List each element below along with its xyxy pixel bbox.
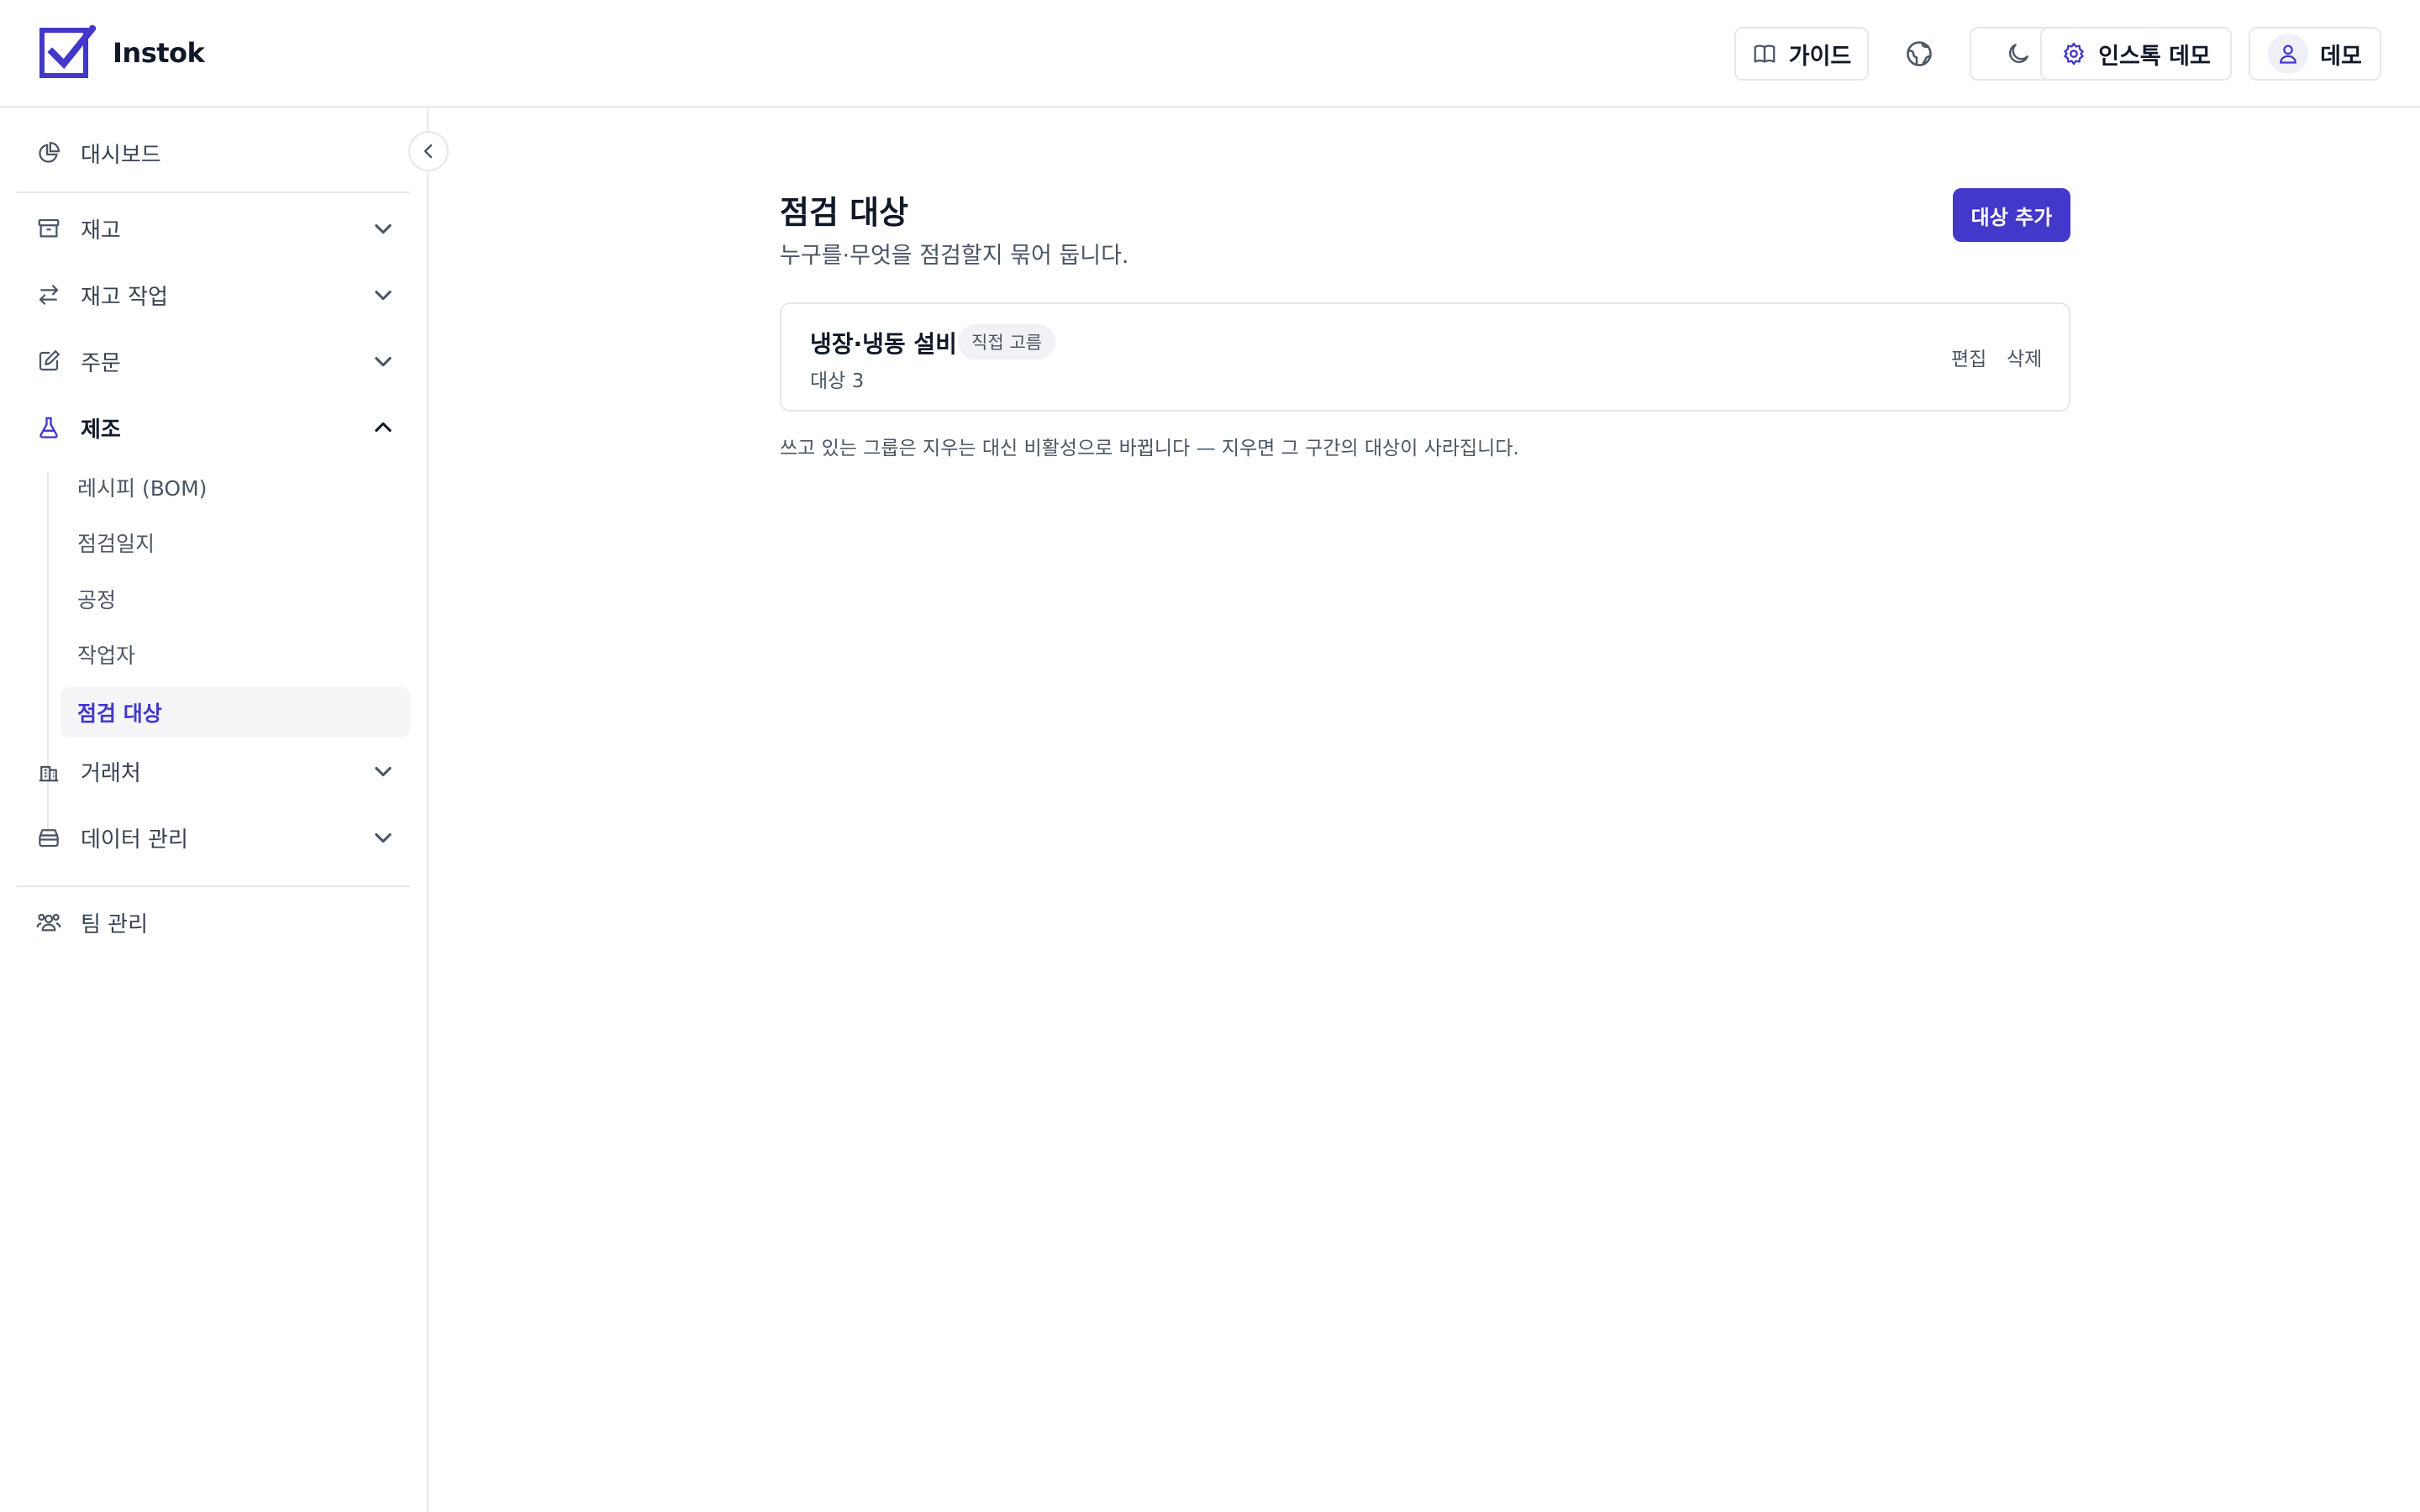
avatar xyxy=(2268,34,2309,74)
sidebar-item-partners[interactable]: 거래처 xyxy=(17,744,410,798)
sidebar-collapse-button[interactable] xyxy=(408,131,449,171)
sidebar-item-manufacturing[interactable]: 제조 xyxy=(17,401,410,454)
sidebar-item-label: 재고 작업 xyxy=(81,284,168,310)
database-box-icon xyxy=(39,829,59,848)
chevron-down-icon xyxy=(375,290,392,301)
workspace-settings-button[interactable]: 인스톡 데모 xyxy=(2040,27,2232,81)
delete-group-button[interactable]: 삭제 xyxy=(2007,343,2042,371)
edit-document-icon xyxy=(39,350,60,371)
delete-note: 쓰고 있는 그룹은 지우는 대신 비활성으로 바뀝니다 — 지우면 그 구간의 … xyxy=(780,438,1519,459)
user-label: 데모 xyxy=(2320,43,2362,70)
sidebar-item-label: 대시보드 xyxy=(81,142,161,168)
sidebar-item-team[interactable]: 팀 관리 xyxy=(17,895,410,949)
sidebar-item-inventory-ops[interactable]: 재고 작업 xyxy=(17,268,410,322)
guide-label: 가이드 xyxy=(1788,43,1852,70)
gear-icon xyxy=(2064,42,2085,66)
logo[interactable]: Instok xyxy=(39,25,205,81)
group-target-count: 대상 3 xyxy=(810,370,865,392)
chevron-down-icon xyxy=(375,832,392,843)
page-subtitle: 누구를·무엇을 점검할지 묶어 둡니다. xyxy=(780,243,1129,269)
logo-check-icon xyxy=(39,25,96,78)
add-target-button[interactable]: 대상 추가 xyxy=(1953,188,2070,242)
chevron-down-icon xyxy=(375,356,392,367)
sidebar-item-label: 제조 xyxy=(81,417,121,443)
group-type-badge: 직접 고름 xyxy=(958,324,1055,360)
sidebar-item-inspection-targets[interactable]: 점검 대상 xyxy=(60,687,410,738)
top-header: Instok 가이드 인스톡 데모 데모 xyxy=(0,0,2420,108)
sidebar-item-label: 점검 대상 xyxy=(77,701,162,726)
pie-chart-icon xyxy=(39,141,60,163)
group-name: 냉장·냉동 설비 xyxy=(810,330,957,358)
sidebar-item-label: 주문 xyxy=(81,350,121,376)
sidebar-item-dashboard[interactable]: 대시보드 xyxy=(17,126,410,180)
app-name: Instok xyxy=(113,37,205,69)
chevron-down-icon xyxy=(375,766,392,777)
user-icon xyxy=(2280,45,2297,64)
language-button[interactable] xyxy=(1879,27,1960,81)
user-menu-button[interactable]: 데모 xyxy=(2249,27,2381,81)
sidebar-item-data-management[interactable]: 데이터 관리 xyxy=(17,811,410,864)
arrows-swap-icon xyxy=(39,285,59,305)
sidebar-item-orders[interactable]: 주문 xyxy=(17,334,410,388)
sidebar-item-workers[interactable]: 작업자 xyxy=(60,629,410,680)
sidebar-item-recipe-bom[interactable]: 레시피 (BOM) xyxy=(60,462,410,512)
archive-box-icon xyxy=(38,218,60,238)
sidebar-item-inventory[interactable]: 재고 xyxy=(17,202,410,255)
sidebar-item-label: 팀 관리 xyxy=(81,911,149,937)
sidebar: 대시보드 재고 재고 작업 주문 제조 레시피 (BOM) 점검일지 공정 작업… xyxy=(0,108,429,1512)
moon-icon xyxy=(2009,44,2028,63)
workspace-label: 인스톡 데모 xyxy=(2098,43,2211,70)
sidebar-item-label: 레시피 (BOM) xyxy=(77,476,208,501)
sidebar-item-label: 재고 xyxy=(81,218,121,244)
sidebar-item-label: 거래처 xyxy=(81,760,141,786)
globe-icon xyxy=(1907,41,1932,66)
sidebar-item-inspection-log[interactable]: 점검일지 xyxy=(60,517,410,568)
group-card: 냉장·냉동 설비 직접 고름 대상 3 xyxy=(780,302,2070,412)
chevron-up-icon xyxy=(375,422,392,433)
team-users-icon xyxy=(36,913,61,932)
chevron-left-icon xyxy=(424,144,433,159)
sidebar-divider xyxy=(17,192,410,193)
building-icon xyxy=(39,765,59,782)
sidebar-item-label: 공정 xyxy=(77,588,117,612)
sidebar-item-label: 점검일지 xyxy=(77,532,155,556)
edit-group-button[interactable]: 편집 xyxy=(1951,343,1986,371)
page-title: 점검 대상 xyxy=(780,194,909,231)
sidebar-divider xyxy=(17,885,410,887)
book-icon xyxy=(1754,45,1776,63)
guide-button[interactable]: 가이드 xyxy=(1734,27,1869,81)
sidebar-item-label: 작업자 xyxy=(77,643,136,668)
sidebar-item-process[interactable]: 공정 xyxy=(60,574,410,624)
sidebar-item-label: 데이터 관리 xyxy=(81,827,188,853)
flask-icon xyxy=(39,417,58,438)
chevron-down-icon xyxy=(375,223,392,234)
